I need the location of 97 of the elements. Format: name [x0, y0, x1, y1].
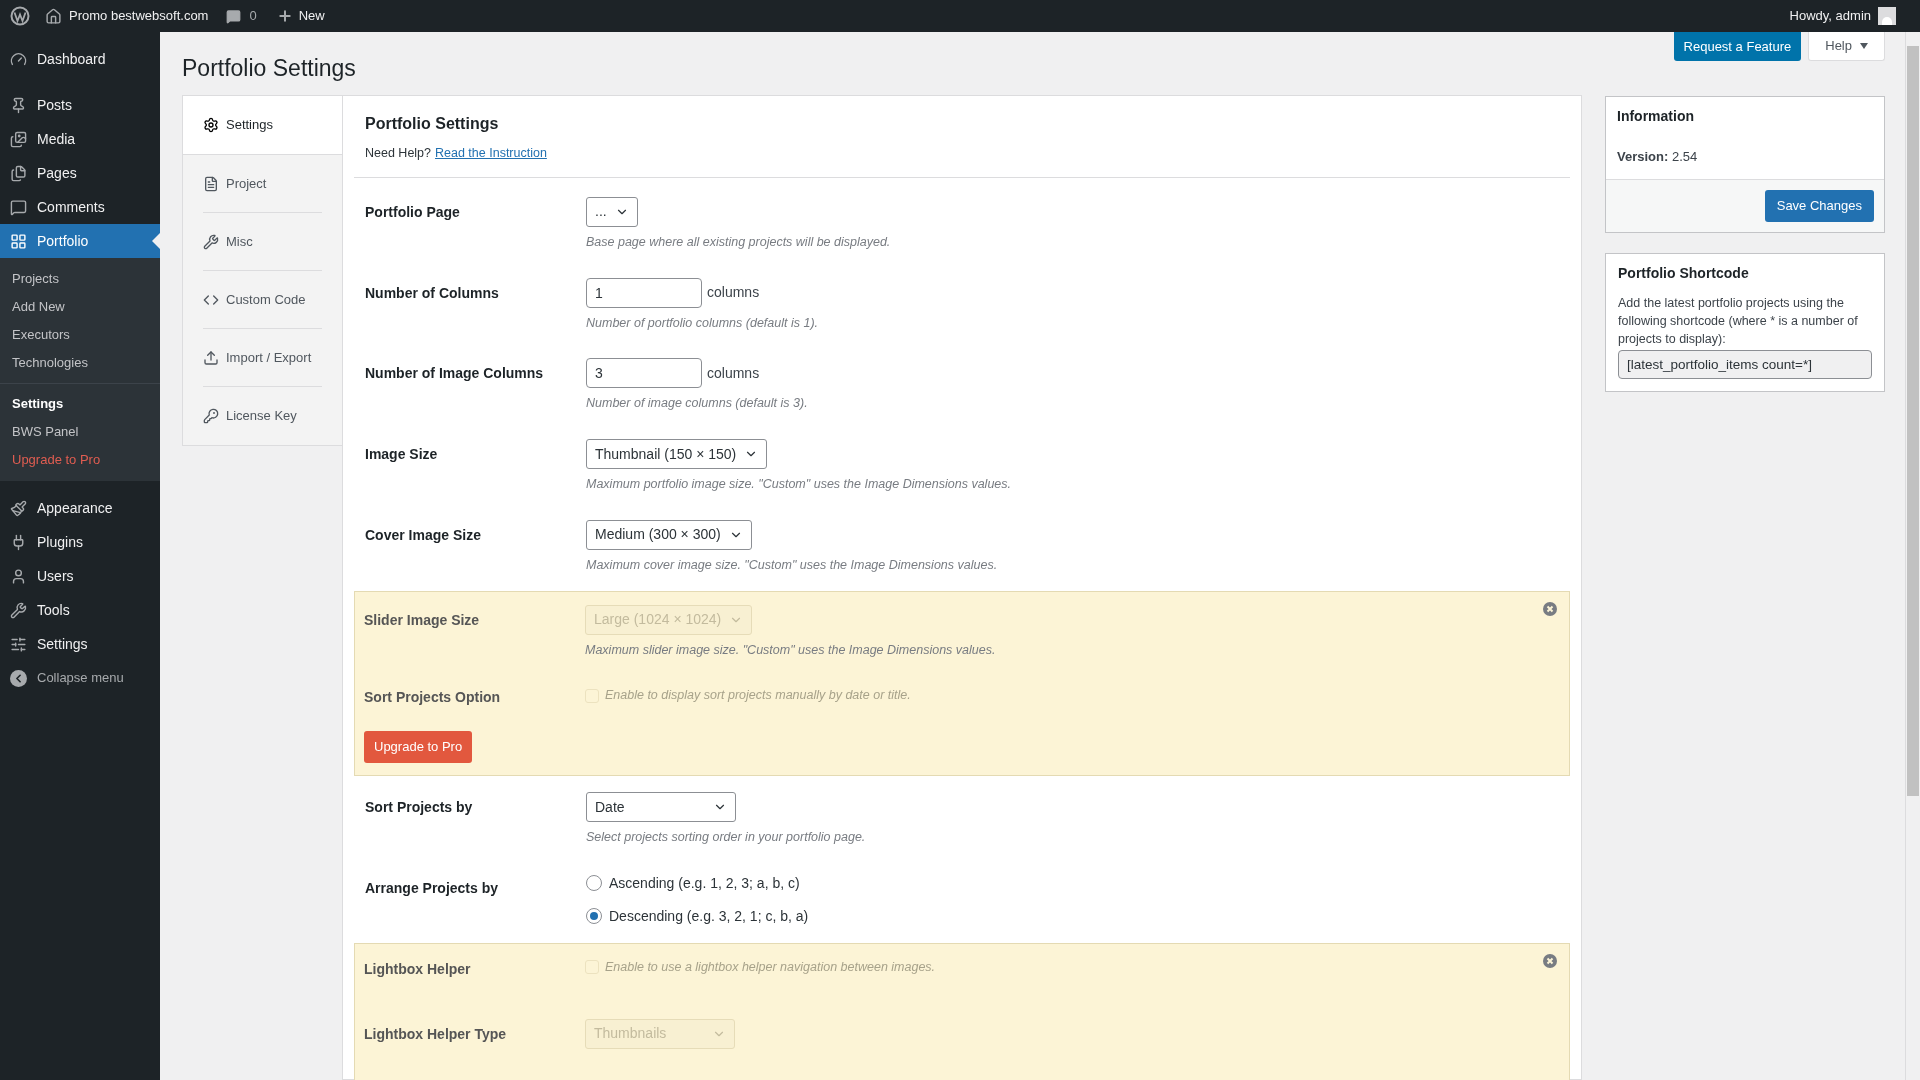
menu-item[interactable]: Appearance — [0, 491, 160, 525]
new-link[interactable]: New — [298, 6, 325, 26]
setting-label: Image Size — [365, 445, 439, 464]
menu-item[interactable]: Media — [0, 122, 160, 156]
field-description: Number of portfolio columns (default is 1). — [586, 314, 820, 332]
tab[interactable]: Import / Export — [203, 329, 322, 387]
instruction-link[interactable]: Read the Instruction — [435, 144, 547, 163]
setting-label: Number of Image Columns — [365, 364, 545, 384]
menu-item[interactable]: Comments — [0, 190, 160, 224]
menu-item[interactable]: Users — [0, 559, 160, 593]
box-title: Information — [1616, 107, 1695, 126]
media-icon — [10, 130, 27, 148]
setting-label: Slider Image Size — [364, 610, 481, 630]
submenu-item[interactable]: Technologies — [0, 349, 160, 377]
shortcode-description: Add the latest portfolio projects using the following shortcode (where * is a number of projects to display): — [1618, 294, 1859, 348]
save-button[interactable]: Save Changes — [1764, 189, 1874, 222]
site-link[interactable]: Promo bestwebsoft.com — [69, 6, 209, 26]
submenu-item[interactable]: Upgrade to Pro — [0, 446, 160, 474]
shortcode-field[interactable]: [latest_portfolio_items count=*] — [1618, 349, 1872, 379]
field-description: Number of image columns (default is 3). — [586, 395, 809, 413]
menu-item[interactable]: Plugins — [0, 525, 160, 559]
grid-icon — [10, 232, 27, 250]
speech-bubble-icon — [10, 198, 27, 216]
submenu-item[interactable]: Projects — [0, 265, 160, 293]
tab[interactable]: Custom Code — [203, 271, 322, 329]
comment-count[interactable]: 0 — [249, 6, 257, 26]
logo-icon[interactable] — [10, 6, 30, 26]
pin-icon — [10, 96, 27, 114]
plus-icon — [276, 8, 293, 24]
dropdown[interactable]: Thumbnail (150 × 150) — [586, 439, 768, 469]
field-description: Maximum portfolio image size. "Custom" uses the Image Dimensions values. — [586, 476, 1012, 493]
field-description: Select projects sorting order in your portfolio page. — [586, 829, 867, 846]
dropdown[interactable]: ... — [586, 196, 638, 227]
close-icon[interactable] — [1543, 953, 1557, 968]
menu-item[interactable]: Posts — [0, 88, 160, 122]
menu-item[interactable]: Settings — [0, 627, 160, 661]
setting-label: Cover Image Size — [365, 525, 482, 545]
menu-item[interactable]: Portfolio — [0, 224, 160, 258]
user-icon — [10, 567, 27, 585]
dropdown[interactable]: Medium (300 × 300) — [586, 519, 752, 550]
request-feature-button[interactable]: Request a Feature — [1673, 32, 1802, 61]
upload-icon — [203, 349, 219, 366]
submenu-item[interactable]: Settings — [0, 390, 160, 418]
menu-item[interactable]: Pages — [0, 156, 160, 190]
submenu-item[interactable]: Executors — [0, 321, 160, 349]
document-icon — [203, 175, 219, 192]
field-description: Base page where all existing projects will be displayed. — [586, 233, 892, 251]
checkbox-label: Enable to use a lightbox helper navigation between images. — [605, 958, 936, 976]
setting-label: Arrange Projects by — [365, 878, 500, 898]
home-icon — [45, 7, 62, 25]
dropdown[interactable]: Date — [586, 792, 736, 822]
panel-title: Portfolio Settings — [365, 114, 500, 134]
tab[interactable]: License Key — [203, 387, 322, 445]
collapse-icon — [10, 669, 27, 687]
submenu-item[interactable]: BWS Panel — [0, 418, 160, 446]
field-description: Maximum slider image size. "Custom" uses the Image Dimensions values. — [585, 641, 997, 659]
key-icon — [203, 408, 219, 424]
tab[interactable]: Project — [203, 155, 322, 213]
speech-bubble-icon — [226, 8, 242, 24]
radio-label: Ascending (e.g. 1, 2, 3; a, b, c) — [609, 873, 800, 893]
page-title: Portfolio Settings — [182, 54, 356, 83]
settings-icon — [203, 117, 219, 133]
setting-label: Sort Projects Option — [364, 688, 502, 708]
setting-label: Lightbox Helper — [364, 959, 472, 979]
tab[interactable]: Misc — [203, 213, 322, 271]
submenu-item[interactable]: Add New — [0, 293, 160, 321]
radio-button[interactable] — [586, 908, 602, 925]
help-button[interactable]: Help — [1808, 32, 1885, 61]
caret-down-icon — [1860, 43, 1868, 49]
gauge-icon — [10, 50, 27, 68]
collapse-menu-button[interactable]: Collapse menu — [0, 661, 160, 695]
field-description: Maximum cover image size. "Custom" uses the Image Dimensions values. — [586, 556, 999, 574]
setting-label: Sort Projects by — [365, 798, 474, 817]
wrench-icon — [10, 601, 27, 619]
checkbox-label: Enable to display sort projects manually by date or title. — [605, 687, 911, 705]
brush-icon — [10, 499, 27, 517]
close-icon[interactable] — [1543, 601, 1557, 616]
version-text: Version: 2.54 — [1616, 148, 1699, 166]
menu-item[interactable]: Tools — [0, 593, 160, 627]
setting-label: Number of Columns — [365, 283, 500, 303]
radio-label: Descending (e.g. 3, 2, 1; c, b, a) — [609, 906, 809, 926]
upgrade-button[interactable]: Upgrade to Pro — [364, 731, 473, 763]
unit-label: columns — [707, 363, 760, 383]
sliders-icon — [10, 635, 27, 653]
wrench-icon — [203, 233, 219, 250]
number-input[interactable]: 1 — [586, 277, 702, 308]
setting-label: Lightbox Helper Type — [364, 1024, 508, 1044]
menu-item[interactable]: Dashboard — [0, 42, 160, 76]
avatar — [1878, 7, 1896, 25]
radio-button[interactable] — [586, 875, 602, 892]
number-input[interactable]: 3 — [586, 358, 702, 389]
help-text: Need Help? — [365, 145, 431, 162]
greeting-link[interactable]: Howdy, admin — [1789, 6, 1871, 26]
pages-icon — [10, 164, 27, 182]
box-title: Portfolio Shortcode — [1618, 263, 1750, 283]
unit-label: columns — [707, 283, 760, 302]
setting-label: Portfolio Page — [365, 202, 461, 222]
